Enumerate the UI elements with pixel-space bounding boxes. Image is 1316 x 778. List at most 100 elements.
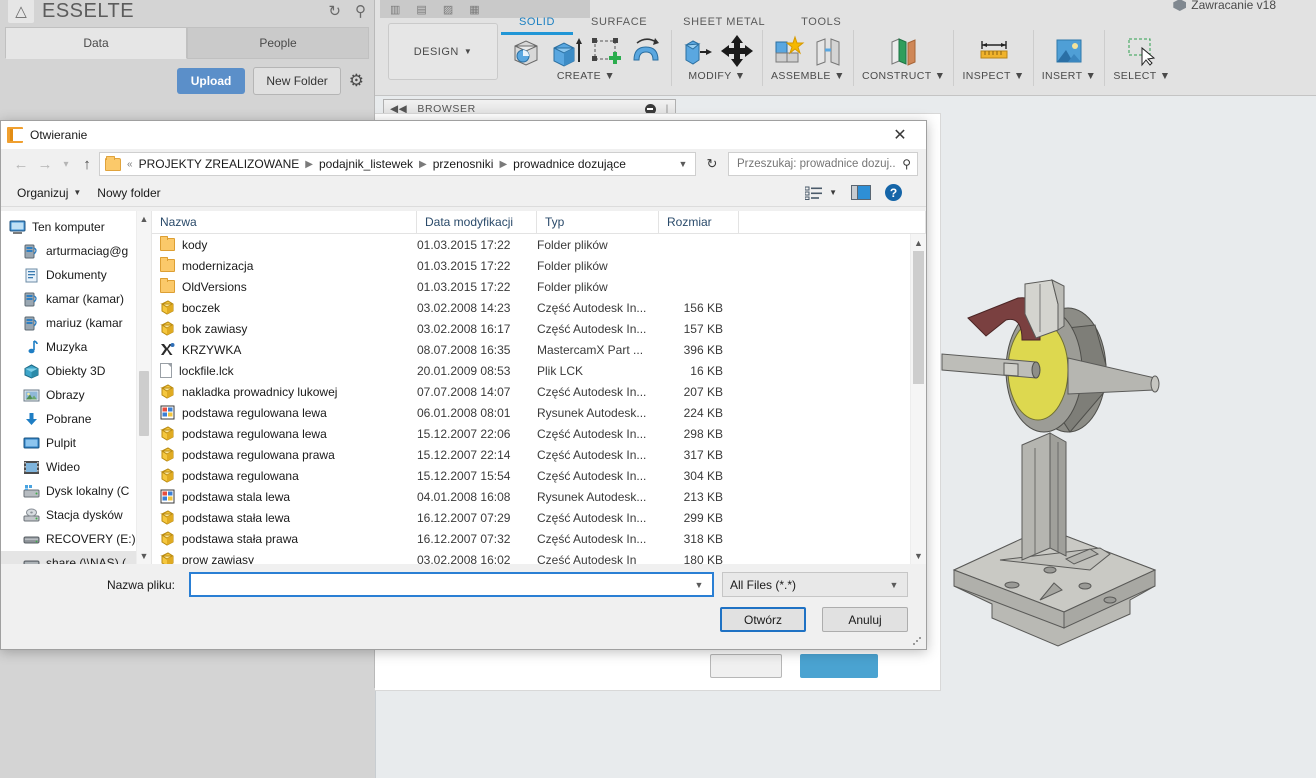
column-header-name[interactable]: Nazwa: [152, 211, 417, 234]
breadcrumb[interactable]: « PROJEKTY ZREALIZOWANE ▶ podajnik_liste…: [99, 152, 696, 176]
measure-icon[interactable]: [977, 34, 1011, 68]
nav-item-obrazy[interactable]: Obrazy: [1, 383, 151, 407]
nav-item-dokumenty[interactable]: Dokumenty: [1, 263, 151, 287]
revolve-icon[interactable]: [629, 34, 663, 68]
file-name-cell[interactable]: kody: [152, 236, 417, 252]
back-arrow-icon[interactable]: ←: [9, 152, 33, 176]
file-type-filter[interactable]: All Files (*.*) ▼: [722, 572, 908, 597]
qat-more-icon[interactable]: ▦: [469, 3, 479, 16]
file-name-cell[interactable]: podstawa regulowana: [152, 468, 417, 483]
column-header-size[interactable]: Rozmiar: [659, 211, 739, 234]
breadcrumb-item-3[interactable]: prowadnice dozujące: [509, 155, 630, 173]
nav-item-mariuz[interactable]: mariuz (kamar: [1, 311, 151, 335]
scrollbar-thumb[interactable]: [139, 371, 149, 436]
sketch-icon[interactable]: [509, 34, 543, 68]
move-copy-icon[interactable]: [720, 34, 754, 68]
view-list-icon[interactable]: [804, 186, 823, 200]
tab-data[interactable]: Data: [5, 27, 187, 59]
open-button[interactable]: Otwórz: [720, 607, 806, 632]
file-name-cell[interactable]: nakladka prowadnicy lukowej: [152, 384, 417, 399]
table-row[interactable]: kody 01.03.2015 17:22 Folder plików: [152, 234, 910, 255]
preview-pane-icon[interactable]: [851, 185, 871, 200]
qat-save-icon[interactable]: ▥: [390, 3, 400, 16]
nav-item-muzyka[interactable]: Muzyka: [1, 335, 151, 359]
search-box[interactable]: ⚲: [728, 152, 918, 176]
cancel-button[interactable]: Anuluj: [822, 607, 908, 632]
file-list-scrollbar[interactable]: ▲ ▼: [910, 234, 926, 564]
chevron-down-icon[interactable]: ▼: [673, 159, 693, 169]
table-row[interactable]: OldVersions 01.03.2015 17:22 Folder plik…: [152, 276, 910, 297]
ribbon-group-select-label[interactable]: SELECT ▼: [1113, 70, 1170, 82]
hidden-ok-button[interactable]: [800, 654, 878, 678]
qat-redo-icon[interactable]: ▨: [443, 3, 453, 16]
table-row[interactable]: boczek 03.02.2008 14:23 Część Autodesk I…: [152, 297, 910, 318]
file-name-cell[interactable]: bok zawiasy: [152, 321, 417, 336]
search-icon[interactable]: ⚲: [902, 157, 911, 171]
scroll-up-icon[interactable]: ▲: [137, 211, 151, 227]
chevron-down-icon[interactable]: ▼: [690, 580, 708, 590]
file-name-cell[interactable]: prow zawiasy: [152, 552, 417, 564]
table-row[interactable]: modernizacja 01.03.2015 17:22 Folder pli…: [152, 255, 910, 276]
resize-grip-icon[interactable]: [912, 636, 922, 646]
file-name-cell[interactable]: podstawa stała prawa: [152, 531, 417, 546]
insert-image-icon[interactable]: [1052, 34, 1086, 68]
nav-item-ten-komputer[interactable]: Ten komputer: [1, 215, 151, 239]
ribbon-group-assemble-label[interactable]: ASSEMBLE ▼: [771, 70, 845, 82]
table-row[interactable]: prow zawiasy 03.02.2008 16:02 Część Auto…: [152, 549, 910, 564]
nav-item-share-nas[interactable]: share (\\NAS) (: [1, 551, 151, 564]
file-name-cell[interactable]: modernizacja: [152, 257, 417, 273]
new-folder-button[interactable]: New Folder: [253, 67, 341, 95]
table-row[interactable]: podstawa regulowana prawa 15.12.2007 22:…: [152, 444, 910, 465]
nav-item-stacja-dyskow[interactable]: Stacja dysków: [1, 503, 151, 527]
nav-item-pobrane[interactable]: Pobrane: [1, 407, 151, 431]
table-row[interactable]: bok zawiasy 03.02.2008 16:17 Część Autod…: [152, 318, 910, 339]
breadcrumb-overflow[interactable]: «: [125, 159, 135, 170]
table-row[interactable]: podstawa regulowana lewa 06.01.2008 08:0…: [152, 402, 910, 423]
help-icon[interactable]: ?: [885, 184, 902, 201]
view-chevron-down-icon[interactable]: ▼: [829, 188, 837, 197]
table-row[interactable]: podstawa stala lewa 04.01.2008 16:08 Rys…: [152, 486, 910, 507]
file-name-cell[interactable]: OldVersions: [152, 278, 417, 294]
chevron-down-icon[interactable]: ▼: [885, 580, 903, 590]
workspace-selector[interactable]: DESIGN ▼: [388, 23, 498, 80]
scroll-up-icon[interactable]: ▲: [911, 234, 926, 251]
nav-pane-scrollbar[interactable]: ▲ ▼: [136, 211, 151, 564]
new-folder-button[interactable]: Nowy folder: [89, 186, 168, 200]
breadcrumb-item-2[interactable]: przenosniki: [429, 155, 498, 173]
filename-input[interactable]: [195, 576, 690, 593]
dialog-title-bar[interactable]: Otwieranie ✕: [1, 121, 926, 149]
select-window-icon[interactable]: [1125, 34, 1159, 68]
recent-locations-icon[interactable]: ▾: [57, 152, 75, 176]
close-icon[interactable]: ✕: [880, 122, 920, 148]
breadcrumb-item-1[interactable]: podajnik_listewek: [315, 155, 417, 173]
nav-item-recovery[interactable]: RECOVERY (E:): [1, 527, 151, 551]
refresh-icon[interactable]: ↻: [700, 152, 724, 176]
scroll-down-icon[interactable]: ▼: [137, 548, 151, 564]
extrude-icon[interactable]: [549, 34, 583, 68]
ribbon-group-construct-label[interactable]: CONSTRUCT ▼: [862, 70, 945, 82]
file-name-cell[interactable]: podstawa stala lewa: [152, 489, 417, 504]
nav-item-wideo[interactable]: Wideo: [1, 455, 151, 479]
data-panel-tabs[interactable]: Data People: [0, 27, 374, 59]
ribbon-group-insert-label[interactable]: INSERT ▼: [1042, 70, 1097, 82]
file-name-cell[interactable]: KRZYWKA: [152, 342, 417, 357]
up-arrow-icon[interactable]: ↑: [75, 152, 99, 176]
file-name-cell[interactable]: boczek: [152, 300, 417, 315]
ribbon-group-modify-label[interactable]: MODIFY ▼: [688, 70, 745, 82]
3d-model-viewport-object[interactable]: [940, 270, 1240, 650]
nav-item-pulpit[interactable]: Pulpit: [1, 431, 151, 455]
ribbon-group-create-label[interactable]: CREATE ▼: [557, 70, 615, 82]
nav-item-obiekty-3d[interactable]: Obiekty 3D: [1, 359, 151, 383]
create-sketch-icon[interactable]: [589, 34, 623, 68]
table-row[interactable]: podstawa stała lewa 16.12.2007 07:29 Czę…: [152, 507, 910, 528]
filename-field[interactable]: ▼: [189, 572, 714, 597]
press-pull-icon[interactable]: [680, 34, 714, 68]
new-component-icon[interactable]: [771, 34, 805, 68]
organize-button[interactable]: Organizuj ▼: [9, 186, 89, 200]
table-row[interactable]: podstawa regulowana lewa 15.12.2007 22:0…: [152, 423, 910, 444]
gear-icon[interactable]: ⚙: [349, 71, 364, 91]
table-row[interactable]: podstawa regulowana 15.12.2007 15:54 Czę…: [152, 465, 910, 486]
file-name-cell[interactable]: podstawa stała lewa: [152, 510, 417, 525]
refresh-icon[interactable]: ↻: [328, 2, 341, 20]
column-header-date[interactable]: Data modyfikacji: [417, 211, 537, 234]
